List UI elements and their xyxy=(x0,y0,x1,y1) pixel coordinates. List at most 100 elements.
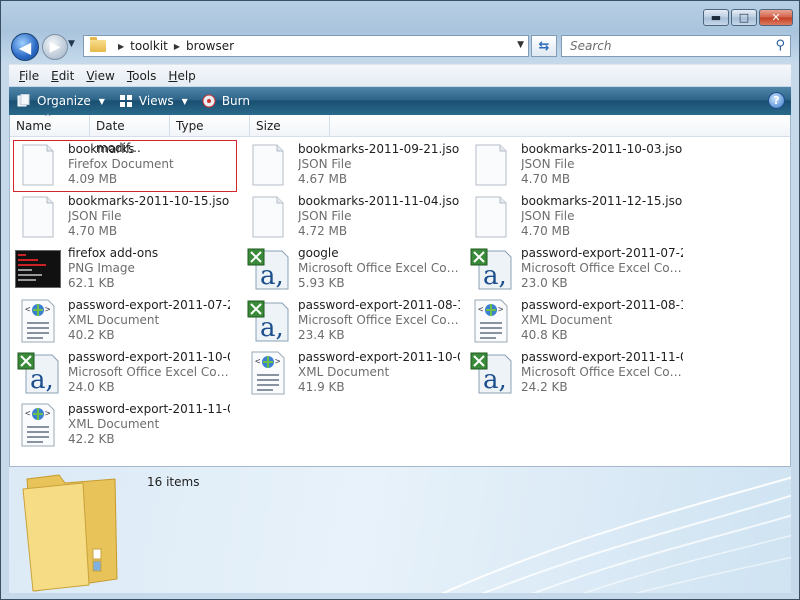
file-size: 41.9 KB xyxy=(298,380,345,394)
file-tile[interactable]: bookmarks-2011-09-21.json JSON File 4.67 M… xyxy=(244,141,466,191)
file-tile[interactable]: a, password-export-2011-08-15 Microsoft Of… xyxy=(244,297,466,347)
file-name: password-export-2011-07-22 xyxy=(521,246,683,260)
refresh-button[interactable]: ⇆ xyxy=(531,35,557,57)
file-info: bookmarks-2011-10-03.json JSON File 4.70 M… xyxy=(515,141,683,187)
address-bar[interactable]: ▶ toolkit ▶ browser ▼ xyxy=(83,35,529,57)
views-dropdown-icon: ▼ xyxy=(181,96,188,106)
address-dropdown-icon[interactable]: ▼ xyxy=(517,40,524,50)
file-size: 4.67 MB xyxy=(298,172,348,186)
file-size: 23.0 KB xyxy=(521,276,568,290)
file-tile[interactable]: a, google Microsoft Office Excel Com... 5.9… xyxy=(244,245,466,295)
breadcrumb-browser[interactable]: browser xyxy=(186,39,234,53)
excel-document-icon: a, xyxy=(244,245,292,293)
column-header-date-modif[interactable]: Date modif... xyxy=(90,114,170,155)
file-name: bookmarks-2011-09-21.json xyxy=(298,142,460,156)
file-type: XML Document xyxy=(68,417,160,431)
file-name: bookmarks-2011-10-15.json xyxy=(68,194,230,208)
file-tile[interactable]: < > password-export-2011-11-04 XML Document… xyxy=(14,401,236,451)
column-header-name[interactable]: Name xyxy=(10,107,90,137)
file-tile[interactable]: < > password-export-2011-10-03 XML Document… xyxy=(244,349,466,399)
refresh-icon: ⇆ xyxy=(538,38,550,54)
burn-label: Burn xyxy=(221,94,250,108)
organize-button[interactable]: Organize ▼ xyxy=(17,94,105,108)
breadcrumb-separator-icon[interactable]: ▶ xyxy=(174,42,180,51)
menu-label: ools xyxy=(132,68,157,83)
column-header-size[interactable]: Size xyxy=(250,114,330,137)
search-input[interactable] xyxy=(568,38,768,54)
file-name: password-export-2011-10-03 xyxy=(68,350,230,364)
file-type: JSON File xyxy=(521,157,575,171)
file-tile[interactable]: bookmarks Firefox Document 4.09 MB xyxy=(13,140,237,192)
file-name: password-export-2011-11-04 xyxy=(68,402,230,416)
file-size: 4.09 MB xyxy=(68,172,118,186)
file-type: Microsoft Office Excel Com... xyxy=(521,365,683,379)
file-type: Microsoft Office Excel Com... xyxy=(68,365,230,379)
search-box[interactable]: ⚲ xyxy=(561,35,791,57)
close-button[interactable]: ✕ xyxy=(759,9,793,26)
burn-button[interactable]: Burn xyxy=(202,94,250,108)
menu-label: elp xyxy=(177,68,196,83)
views-button[interactable]: Views ▼ xyxy=(119,94,188,108)
file-name: google xyxy=(298,246,339,260)
file-tile[interactable]: bookmarks-2011-11-04.json JSON File 4.72 M… xyxy=(244,193,466,243)
menu-file[interactable]: File xyxy=(13,69,45,83)
minimize-button[interactable]: ▬ xyxy=(703,9,729,26)
file-info: password-export-2011-08-15 XML Document 40… xyxy=(515,297,683,343)
file-tile[interactable]: a, password-export-2011-07-22 Microsoft Of… xyxy=(467,245,689,295)
file-tile[interactable]: < > password-export-2011-08-15 XML Document… xyxy=(467,297,689,347)
svg-text:>: > xyxy=(45,305,51,315)
file-type: Microsoft Office Excel Com... xyxy=(298,261,460,275)
file-tile[interactable]: < > password-export-2011-07-22 XML Document… xyxy=(14,297,236,347)
file-info: password-export-2011-10-03 Microsoft Offi… xyxy=(62,349,230,395)
file-info: password-export-2011-07-22 XML Document 40… xyxy=(62,297,230,343)
file-size: 4.70 MB xyxy=(68,224,118,238)
file-size: 62.1 KB xyxy=(68,276,115,290)
maximize-button[interactable]: □ xyxy=(731,9,757,26)
svg-text:>: > xyxy=(275,357,281,367)
file-info: firefox add-ons PNG Image 62.1 KB xyxy=(62,245,230,291)
menu-help[interactable]: Help xyxy=(162,69,201,83)
excel-document-icon: a, xyxy=(467,245,515,293)
file-type: PNG Image xyxy=(68,261,135,275)
file-tile[interactable]: a, password-export-2011-10-03 Microsoft Of… xyxy=(14,349,236,399)
details-pane: 16 items xyxy=(9,467,791,593)
menu-edit[interactable]: Edit xyxy=(45,69,80,83)
file-tile[interactable]: bookmarks-2011-10-03.json JSON File 4.70 M… xyxy=(467,141,689,191)
file-tile[interactable]: bookmarks-2011-10-15.json JSON File 4.70 M… xyxy=(14,193,236,243)
back-button[interactable]: ◀ xyxy=(11,33,39,61)
file-name: password-export-2011-07-22 xyxy=(68,298,230,312)
file-name: bookmarks-2011-11-04.json xyxy=(298,194,460,208)
file-list-view[interactable]: NameDate modif...TypeSize bookmarksFiref… xyxy=(9,107,791,467)
breadcrumb-separator-icon[interactable]: ▶ xyxy=(118,42,124,51)
folder-icon xyxy=(90,37,106,52)
items-count: 16 items xyxy=(147,475,200,489)
help-icon[interactable]: ? xyxy=(768,92,785,109)
file-tile[interactable]: firefox add-ons PNG Image 62.1 KB xyxy=(14,245,236,295)
forward-button[interactable]: ▶ xyxy=(42,34,68,60)
file-size: 24.2 KB xyxy=(521,380,568,394)
file-name: password-export-2011-08-15 xyxy=(521,298,683,312)
breadcrumb-toolkit[interactable]: toolkit xyxy=(130,39,168,53)
file-size: 5.93 KB xyxy=(298,276,345,290)
file-name: bookmarks xyxy=(68,142,135,156)
file-size: 40.8 KB xyxy=(521,328,568,342)
caption-buttons: ▬ □ ✕ xyxy=(703,9,793,26)
column-header-type[interactable]: Type xyxy=(170,114,250,137)
organize-icon xyxy=(17,94,31,108)
file-tile[interactable]: a, password-export-2011-11-04 Microsoft Of… xyxy=(467,349,689,399)
file-size: 40.2 KB xyxy=(68,328,115,342)
search-icon[interactable]: ⚲ xyxy=(775,38,785,53)
recent-pages-dropdown-icon[interactable]: ▼ xyxy=(68,39,75,49)
file-name: bookmarks-2011-12-15.json xyxy=(521,194,683,208)
forward-arrow-icon: ▶ xyxy=(49,39,61,55)
svg-text:<: < xyxy=(478,305,484,315)
file-type: JSON File xyxy=(68,209,122,223)
menu-view[interactable]: View xyxy=(80,69,120,83)
menu-tools[interactable]: Tools xyxy=(121,69,163,83)
file-info: bookmarks-2011-09-21.json JSON File 4.67 M… xyxy=(292,141,460,187)
xml-document-icon: < > xyxy=(244,349,292,397)
file-type: JSON File xyxy=(298,157,352,171)
file-tile[interactable]: bookmarks-2011-12-15.json JSON File 4.70 M… xyxy=(467,193,689,243)
file-info: bookmarks Firefox Document 4.09 MB xyxy=(62,141,230,187)
file-name: firefox add-ons xyxy=(68,246,159,260)
